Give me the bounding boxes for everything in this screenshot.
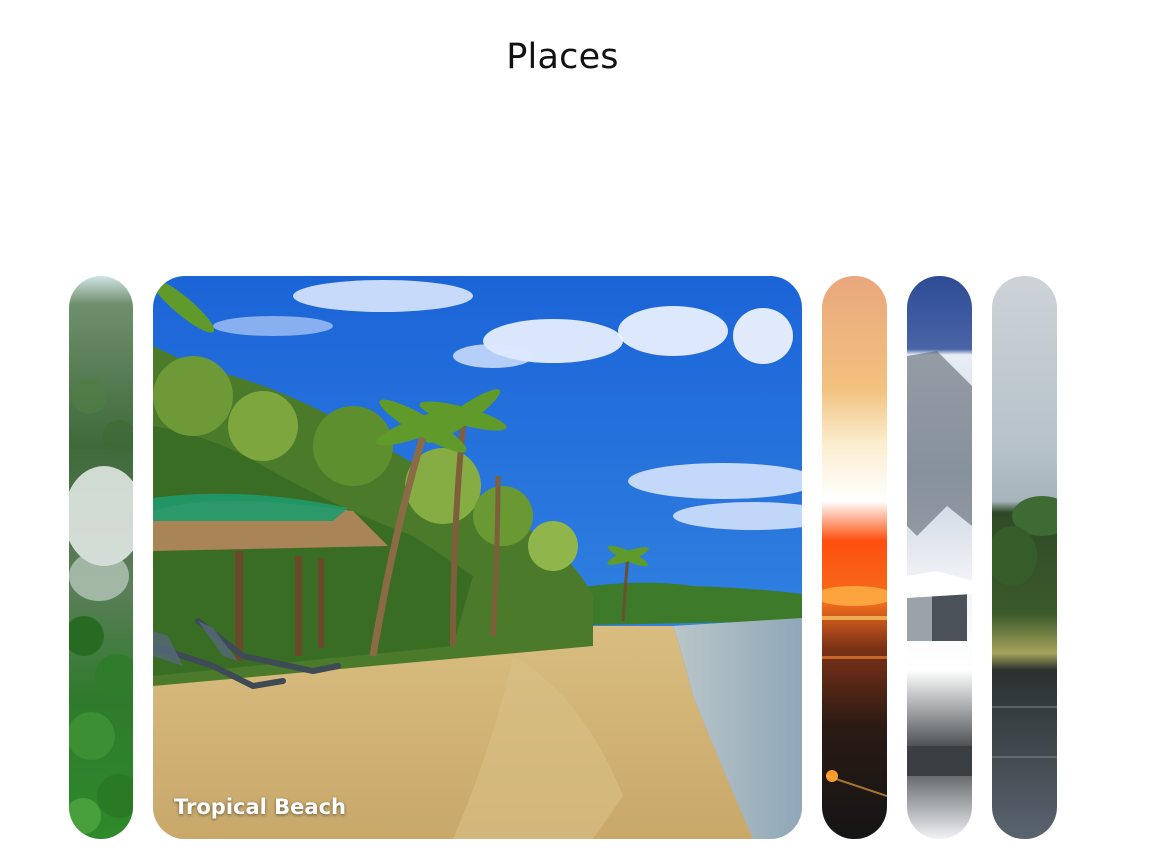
tropical-beach-image: [153, 276, 802, 839]
panel-label: Tropical Beach: [174, 795, 346, 819]
sunset-image: [822, 276, 887, 839]
page-title: Places: [506, 37, 619, 78]
panel-snow-village[interactable]: [907, 276, 972, 839]
forest-image: [69, 276, 133, 839]
places-page: Places Tropical Beach: [0, 0, 1161, 868]
snow-village-image: [907, 276, 972, 839]
lake-image: [992, 276, 1057, 839]
panel-tropical-beach[interactable]: Tropical Beach: [153, 276, 802, 839]
panel-lake[interactable]: [992, 276, 1057, 839]
panel-sunset[interactable]: [822, 276, 887, 839]
panel-forest[interactable]: [69, 276, 133, 839]
